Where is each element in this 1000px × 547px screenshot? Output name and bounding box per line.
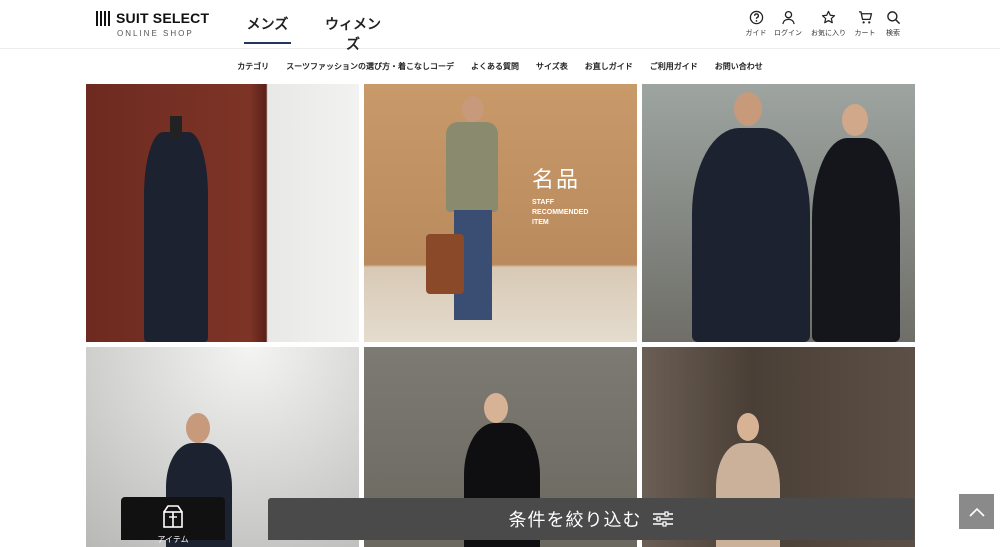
banner-staff-recommended[interactable]: 名品 STAFF RECOMMENDED ITEM: [364, 84, 637, 342]
guide-button[interactable]: ガイド: [739, 10, 773, 38]
tab-mens[interactable]: メンズ: [244, 14, 291, 44]
nav-alteration-guide[interactable]: お直しガイド: [585, 61, 633, 72]
logo-subtitle: ONLINE SHOP: [117, 29, 194, 38]
login-label: ログイン: [774, 29, 802, 37]
tab-womens[interactable]: ウィメンズ: [320, 14, 386, 53]
banner-coat-mannequin[interactable]: [86, 84, 359, 342]
filter-label: 条件を絞り込む: [508, 510, 642, 531]
model-head: [462, 96, 484, 122]
banner-couple-coats[interactable]: [642, 84, 915, 342]
login-button[interactable]: ログイン: [771, 10, 805, 38]
model-head: [186, 413, 210, 443]
male-model-coat: [692, 128, 810, 342]
female-model-head: [842, 104, 868, 136]
promo-text: 名品 STAFF RECOMMENDED ITEM: [532, 162, 588, 228]
user-icon: [781, 10, 795, 25]
promo-kanji: 名品: [532, 168, 581, 193]
female-model-coat: [812, 138, 900, 342]
favorites-button[interactable]: お気に入り: [811, 10, 846, 38]
nav-category[interactable]: カテゴリ: [237, 61, 269, 72]
site-header: SUIT SELECT ONLINE SHOP メンズ ウィメンズ ガイド ログ…: [0, 0, 1000, 53]
promo-line-3: ITEM: [532, 219, 549, 226]
nav-faq[interactable]: よくある質問: [471, 61, 519, 72]
model-jacket: [446, 122, 498, 212]
filter-sliders-icon: [652, 511, 673, 527]
search-icon: [886, 11, 900, 25]
tab-mens-label: メンズ: [246, 17, 289, 33]
favorites-label: お気に入り: [811, 29, 846, 37]
coat-figure: [144, 132, 208, 342]
search-button[interactable]: 検索: [876, 10, 910, 38]
tab-womens-label: ウィメンズ: [325, 17, 381, 53]
nav-styling-guide[interactable]: スーツファッションの選び方・着こなしコーデ: [286, 61, 454, 72]
item-floating-button[interactable]: アイテム: [121, 497, 225, 544]
logo-bars-icon: [96, 10, 110, 26]
promo-line-2: RECOMMENDED: [532, 209, 589, 216]
promo-line-1: STAFF: [532, 199, 555, 206]
nav-size-chart[interactable]: サイズ表: [536, 61, 568, 72]
mannequin-neck: [170, 116, 182, 138]
nav-usage-guide[interactable]: ご利用ガイド: [650, 61, 698, 72]
logo-name: SUIT SELECT: [116, 10, 210, 26]
guide-label: ガイド: [745, 29, 767, 37]
chair: [426, 234, 464, 294]
help-circle-icon: [749, 10, 763, 25]
logo[interactable]: SUIT SELECT ONLINE SHOP: [96, 10, 216, 38]
category-nav: カテゴリ スーツファッションの選び方・着こなしコーデ よくある質問 サイズ表 お…: [0, 50, 1000, 83]
nav-contact[interactable]: お問い合わせ: [715, 61, 763, 72]
model-head: [484, 393, 508, 423]
cart-icon: [858, 11, 872, 24]
chevron-up-icon: [968, 507, 985, 517]
scroll-to-top-button[interactable]: [959, 494, 994, 529]
star-icon: [821, 10, 835, 24]
male-model-head: [734, 92, 762, 126]
gift-box-icon: [163, 505, 183, 528]
filter-conditions-button[interactable]: 条件を絞り込む: [268, 498, 914, 540]
search-label: 検索: [886, 29, 900, 37]
model-head: [737, 413, 759, 441]
